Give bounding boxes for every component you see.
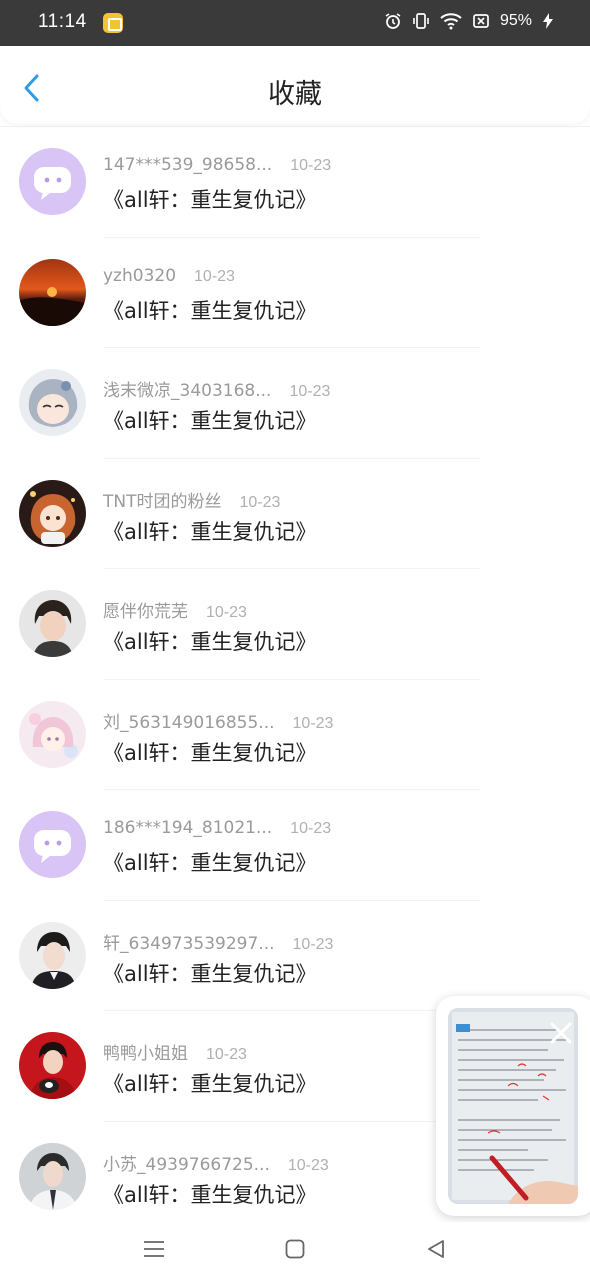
default-avatar-icon — [19, 148, 86, 215]
avatar[interactable] — [19, 921, 86, 989]
notification-app-icon — [103, 13, 123, 33]
username[interactable]: 小苏_4939766725... — [103, 1150, 270, 1175]
home-button[interactable] — [280, 1234, 310, 1264]
date: 10-23 — [287, 1156, 329, 1174]
username[interactable]: 愿伴你荒芜 — [103, 597, 188, 622]
meta-row: 愿伴你荒芜 10-23 — [103, 597, 247, 622]
username[interactable]: yzh0320 — [103, 266, 176, 286]
avatar[interactable] — [19, 1142, 86, 1210]
meta-row: 186***194_81021... 10-23 — [103, 818, 331, 838]
status-icons: 95% — [384, 12, 554, 30]
home-icon — [285, 1239, 305, 1259]
avatar[interactable] — [19, 1032, 86, 1099]
date: 10-23 — [289, 383, 331, 400]
header: 收藏 — [0, 46, 590, 124]
date: 10-23 — [290, 820, 332, 837]
list-item[interactable]: 186***194_81021... 10-23 《all轩：重生复仇记》 — [0, 790, 590, 901]
username[interactable]: 刘_563149016855... — [103, 708, 275, 733]
meta-row: 刘_563149016855... 10-23 — [103, 708, 333, 733]
anime-avatar-image — [19, 700, 86, 768]
list-item[interactable]: 147***539_98658... 10-23 《all轩：重生复仇记》 — [0, 127, 590, 238]
meta-row: 轩_634973539297... 10-23 — [103, 929, 333, 954]
avatar[interactable] — [19, 590, 86, 657]
date: 10-23 — [292, 935, 334, 953]
list-item[interactable]: 轩_634973539297... 10-23 《all轩：重生复仇记》 — [0, 901, 590, 1011]
sunset-avatar-image — [19, 258, 86, 326]
meta-row: 浅末微凉_3403168... 10-23 — [103, 376, 330, 401]
book-title[interactable]: 《all轩：重生复仇记》 — [103, 1179, 317, 1209]
date: 10-23 — [206, 1046, 247, 1063]
username[interactable]: 147***539_98658... — [103, 155, 272, 175]
list-item[interactable]: 浅末微凉_3403168... 10-23 《all轩：重生复仇记》 — [0, 348, 590, 459]
default-avatar-icon — [19, 811, 86, 878]
portrait-avatar-image — [19, 1142, 86, 1210]
page-title: 收藏 — [268, 79, 322, 110]
meta-row: yzh0320 10-23 — [103, 266, 235, 286]
battery-percent: 95% — [499, 12, 532, 29]
list-item[interactable]: 愿伴你荒芜 10-23 《all轩：重生复仇记》 — [0, 569, 590, 680]
alarm-icon — [385, 13, 401, 29]
avatar[interactable] — [19, 258, 86, 326]
date: 10-23 — [239, 493, 281, 511]
book-title[interactable]: 《all轩：重生复仇记》 — [103, 847, 317, 877]
status-bar: 11:14 95% — [0, 0, 590, 46]
username[interactable]: 轩_634973539297... — [103, 929, 275, 954]
book-title[interactable]: 《all轩：重生复仇记》 — [103, 737, 317, 767]
anime-avatar-image — [19, 479, 86, 547]
username[interactable]: 浅末微凉_3403168... — [103, 376, 271, 401]
meta-row: TNT时团的粉丝 10-23 — [103, 487, 280, 512]
portrait-avatar-image — [19, 590, 86, 657]
date: 10-23 — [206, 604, 247, 621]
back-nav-button[interactable] — [421, 1234, 451, 1264]
date: 10-23 — [290, 157, 332, 174]
username[interactable]: TNT时团的粉丝 — [103, 487, 222, 512]
date: 10-23 — [292, 714, 334, 732]
date: 10-23 — [194, 267, 235, 285]
floating-video-window[interactable] — [436, 996, 590, 1216]
book-title[interactable]: 《all轩：重生复仇记》 — [103, 405, 317, 435]
portrait-avatar-image — [19, 921, 86, 989]
battery-saver-icon — [473, 14, 489, 28]
avatar[interactable] — [19, 479, 86, 547]
avatar[interactable] — [19, 148, 86, 215]
wifi-icon — [440, 13, 462, 30]
avatar[interactable] — [19, 700, 86, 768]
list-item[interactable]: TNT时团的粉丝 10-23 《all轩：重生复仇记》 — [0, 459, 590, 569]
meta-row: 小苏_4939766725... 10-23 — [103, 1150, 329, 1175]
list-item[interactable]: 刘_563149016855... 10-23 《all轩：重生复仇记》 — [0, 680, 590, 790]
book-title[interactable]: 《all轩：重生复仇记》 — [103, 516, 317, 546]
avatar[interactable] — [19, 369, 86, 436]
charging-icon — [543, 13, 553, 29]
status-time: 11:14 — [38, 11, 87, 32]
book-title[interactable]: 《all轩：重生复仇记》 — [103, 1068, 317, 1098]
system-navigation-bar — [0, 1222, 590, 1280]
username[interactable]: 186***194_81021... — [103, 818, 272, 838]
username[interactable]: 鸭鸭小姐姐 — [103, 1039, 188, 1064]
meta-row: 147***539_98658... 10-23 — [103, 155, 331, 175]
recent-apps-button[interactable] — [139, 1234, 169, 1264]
book-title[interactable]: 《all轩：重生复仇记》 — [103, 958, 317, 988]
back-triangle-icon — [428, 1240, 444, 1258]
menu-icon — [144, 1241, 164, 1257]
book-title[interactable]: 《all轩：重生复仇记》 — [103, 626, 317, 656]
book-title[interactable]: 《all轩：重生复仇记》 — [103, 295, 317, 325]
book-title[interactable]: 《all轩：重生复仇记》 — [103, 184, 317, 214]
anime-avatar-image — [19, 369, 86, 436]
avatar[interactable] — [19, 811, 86, 878]
portrait-avatar-image — [19, 1032, 86, 1099]
list-item[interactable]: yzh0320 10-23 《all轩：重生复仇记》 — [0, 238, 590, 348]
vibrate-icon — [413, 13, 429, 29]
meta-row: 鸭鸭小姐姐 10-23 — [103, 1039, 247, 1064]
close-video-button[interactable] — [548, 1020, 574, 1046]
close-icon — [550, 1022, 572, 1044]
